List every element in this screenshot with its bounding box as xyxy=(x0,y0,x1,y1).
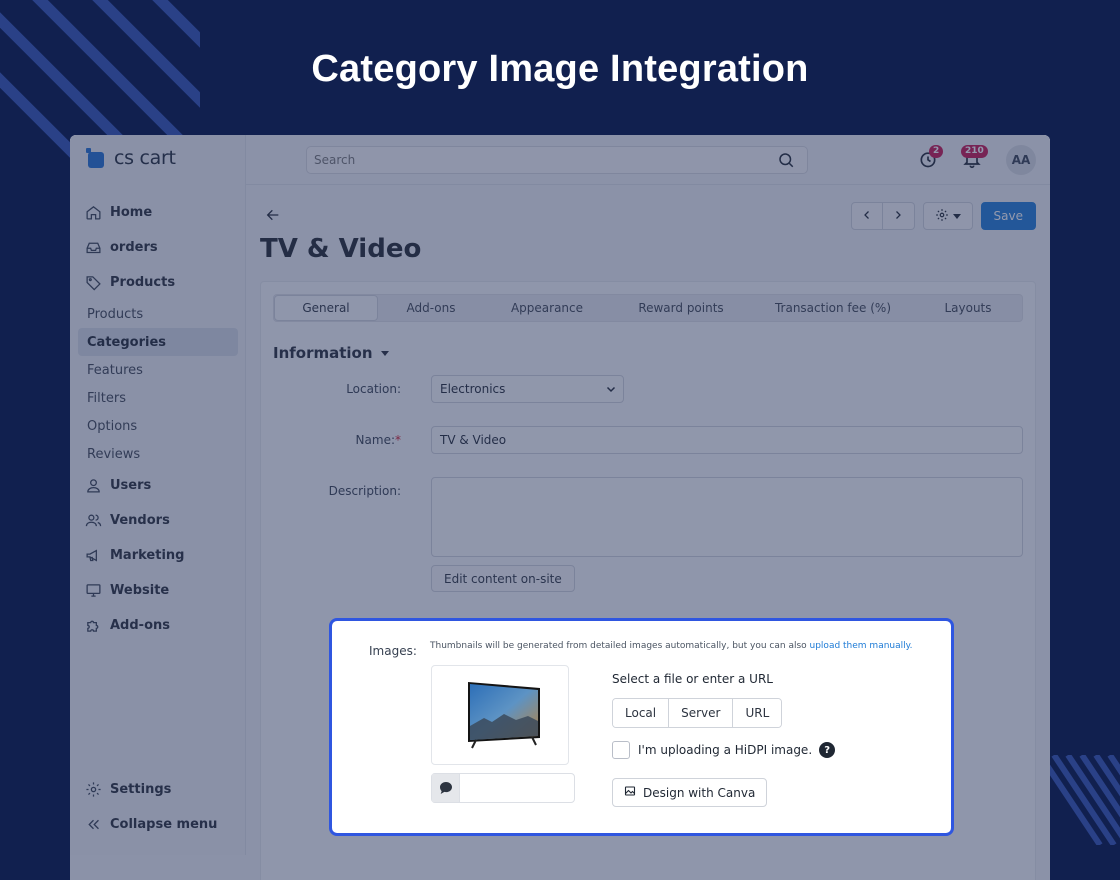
design-with-canva-button[interactable]: Design with Canva xyxy=(612,778,768,807)
banner-title: Category Image Integration xyxy=(311,48,809,90)
comment-icon xyxy=(432,774,460,802)
alt-text-field xyxy=(431,773,575,803)
hidpi-option: I'm uploading a HiDPI image. ? xyxy=(612,741,836,759)
images-note-text: Thumbnails will be generated from detail… xyxy=(430,641,810,651)
source-button-group: Local Server URL xyxy=(612,698,783,728)
image-icon xyxy=(624,785,636,800)
help-icon[interactable]: ? xyxy=(819,742,836,758)
hidpi-label: I'm uploading a HiDPI image. xyxy=(638,743,813,757)
images-highlight-panel: Images: Thumbnails will be generated fro… xyxy=(329,618,954,836)
images-note: Thumbnails will be generated from detail… xyxy=(430,641,913,651)
alt-text-input[interactable] xyxy=(460,774,570,802)
tv-image xyxy=(468,682,540,749)
canva-label: Design with Canva xyxy=(643,785,756,800)
decorative-stripes-right xyxy=(1040,755,1120,845)
hidpi-checkbox[interactable] xyxy=(612,741,630,759)
local-button[interactable]: Local xyxy=(613,699,669,727)
server-button[interactable]: Server xyxy=(668,699,733,727)
upload-manually-link[interactable]: upload them manually. xyxy=(810,641,913,651)
select-file-text: Select a file or enter a URL xyxy=(612,672,773,686)
images-label: Images: xyxy=(369,644,417,658)
image-thumbnail[interactable] xyxy=(431,665,569,765)
url-button[interactable]: URL xyxy=(732,699,782,727)
